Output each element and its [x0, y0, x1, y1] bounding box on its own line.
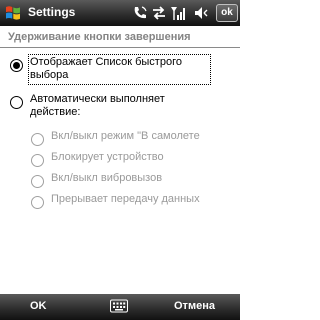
- heading-divider: [0, 47, 240, 48]
- option-label: Блокирует устройство: [51, 151, 164, 163]
- radio-button-disabled[interactable]: [31, 175, 44, 188]
- softkey-bar: OK Отмена: [0, 294, 240, 320]
- radio-button-disabled[interactable]: [31, 196, 44, 209]
- ok-button[interactable]: ok: [216, 4, 238, 22]
- phone-signal-icon[interactable]: [132, 5, 148, 21]
- page-title: Удерживание кнопки завершения: [8, 31, 191, 43]
- speaker-icon[interactable]: [193, 5, 209, 21]
- cancel-softkey[interactable]: Отмена: [174, 300, 215, 312]
- sync-arrows-icon[interactable]: [151, 5, 167, 21]
- signal-strength-icon[interactable]: [170, 5, 186, 21]
- option-label: Отображает Список быстрого выбора: [30, 56, 182, 81]
- radio-button-selected[interactable]: [10, 59, 23, 72]
- app-title: Settings: [28, 5, 76, 19]
- title-bar: Settings ok: [0, 0, 240, 26]
- radio-button-disabled[interactable]: [31, 154, 44, 167]
- option-label: Вкл/выкл вибровызов: [51, 172, 163, 184]
- radio-button[interactable]: [10, 96, 23, 109]
- ok-softkey[interactable]: OK: [30, 300, 47, 312]
- option-label: Вкл/выкл режим "В самолете: [51, 130, 200, 142]
- option-label: Прерывает передачу данных: [51, 193, 200, 205]
- radio-button-disabled[interactable]: [31, 133, 44, 146]
- windows-start-icon[interactable]: [4, 4, 22, 22]
- keyboard-icon[interactable]: [110, 299, 128, 313]
- option-label: Автоматически выполняет действие:: [30, 93, 165, 118]
